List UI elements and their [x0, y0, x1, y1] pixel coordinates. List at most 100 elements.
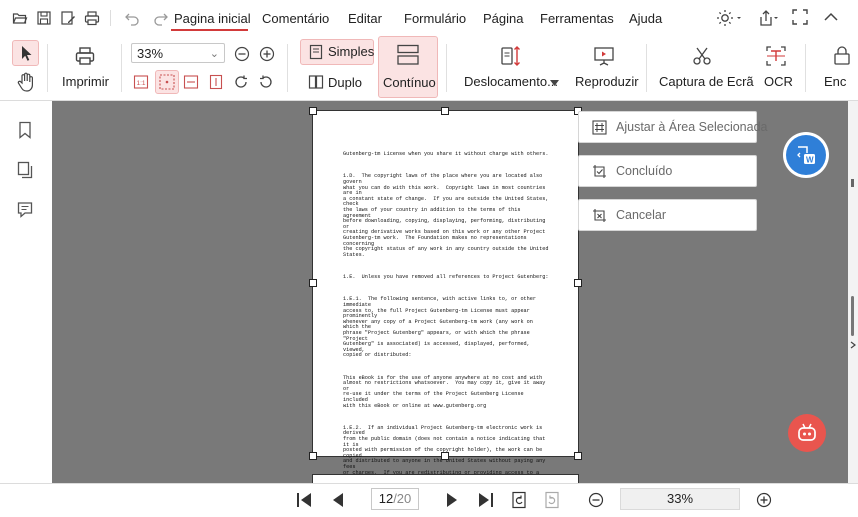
rotate-clockwise-icon[interactable] — [233, 74, 249, 95]
collapse-icon[interactable] — [823, 9, 841, 27]
continuous-button[interactable]: Contínuo — [378, 36, 438, 98]
print-label: Imprimir — [62, 74, 109, 89]
document-canvas[interactable]: Gutenberg-tm License when you share it w… — [52, 101, 848, 483]
crop-handle-top[interactable] — [441, 107, 449, 115]
active-menu-indicator — [171, 29, 248, 31]
fit-width-icon[interactable] — [183, 74, 199, 95]
play-label: Reproduzir — [575, 74, 639, 89]
zoom-out-icon[interactable] — [234, 46, 250, 67]
next-pdf-page — [312, 474, 579, 483]
undo-icon[interactable] — [124, 10, 140, 26]
fit-selected-area-button[interactable]: Ajustar à Área Selecionada — [578, 111, 767, 143]
menu-edit[interactable]: Editar — [348, 11, 382, 26]
crop-handle-left[interactable] — [309, 279, 317, 287]
paragraph: 1.D. The copyright laws of the place whe… — [343, 173, 549, 258]
edit-save-icon[interactable] — [60, 10, 76, 26]
rotate-counterclockwise-icon[interactable] — [258, 74, 274, 95]
ai-assistant-button[interactable] — [788, 414, 826, 452]
scroll-mode-button[interactable]: Deslocamento... — [462, 41, 562, 93]
lock-icon — [834, 46, 850, 65]
fit-selected-area-label: Ajustar à Área Selecionada — [616, 120, 768, 134]
bottom-navigation-bar: 12/20 33% — [0, 483, 858, 517]
pdf-page: Gutenberg-tm License when you share it w… — [312, 110, 579, 481]
paragraph: Gutenberg-tm License when you share it w… — [343, 151, 549, 158]
crop-handle-right-bottom[interactable] — [574, 452, 582, 460]
crop-handle-top-left[interactable] — [309, 107, 317, 115]
menu-comment[interactable]: Comentário — [262, 11, 329, 26]
hand-icon — [17, 72, 33, 92]
encrypt-button[interactable]: Enc — [814, 41, 858, 93]
previous-page-icon[interactable] — [331, 491, 345, 514]
go-back-icon[interactable] — [511, 491, 527, 514]
continuous-scroll-icon — [397, 44, 419, 65]
menu-help[interactable]: Ajuda — [629, 11, 662, 26]
page-number-input[interactable]: 12/20 — [371, 488, 419, 510]
ocr-button[interactable]: OCR — [756, 41, 796, 93]
page-content: Gutenberg-tm License when you share it w… — [343, 141, 550, 483]
single-page-button[interactable]: Simples — [300, 39, 374, 65]
print-button[interactable]: Imprimir — [58, 41, 112, 93]
zoom-out-icon[interactable] — [588, 492, 604, 513]
share-icon[interactable] — [758, 9, 778, 27]
scroll-page-icon — [501, 46, 520, 66]
fullscreen-icon[interactable] — [792, 9, 810, 27]
encrypt-label: Enc — [824, 74, 847, 89]
fit-page-button[interactable] — [155, 70, 179, 94]
svg-text:1:1: 1:1 — [137, 80, 146, 87]
done-button[interactable]: Concluído — [578, 155, 757, 187]
hand-tool-button[interactable] — [14, 71, 38, 93]
menu-tools[interactable]: Ferramentas — [540, 11, 614, 26]
comments-icon[interactable] — [17, 201, 33, 224]
fit-page-icon — [159, 74, 175, 90]
menu-page[interactable]: Página — [483, 11, 523, 26]
single-page-icon — [309, 44, 323, 60]
scissors-icon — [693, 47, 711, 65]
svg-text:W: W — [806, 156, 814, 165]
zoom-level: 33% — [666, 491, 694, 506]
play-button[interactable]: Reproduzir — [572, 41, 639, 93]
continuous-label: Contínuo — [383, 75, 436, 90]
zoom-level-field[interactable]: 33% — [620, 488, 740, 510]
printer-icon — [75, 47, 95, 65]
double-page-icon — [308, 75, 324, 89]
theme-icon[interactable] — [716, 9, 741, 27]
thumbnails-icon[interactable] — [17, 161, 33, 184]
double-label: Duplo — [328, 75, 362, 90]
redo-icon[interactable] — [153, 10, 169, 26]
bookmark-icon[interactable] — [17, 121, 33, 144]
zoom-in-icon[interactable] — [756, 492, 772, 513]
divider — [110, 10, 111, 26]
next-page-icon[interactable] — [445, 491, 459, 514]
scroll-right-icon[interactable] — [849, 341, 857, 349]
print-icon[interactable] — [84, 10, 100, 26]
double-page-button[interactable]: Duplo — [300, 70, 372, 94]
convert-to-word-button[interactable]: W — [786, 135, 826, 175]
total-pages: /20 — [393, 491, 412, 506]
screenshot-label: Captura de Ecrã — [659, 74, 754, 89]
first-page-icon[interactable] — [296, 491, 312, 514]
cancel-button[interactable]: Cancelar — [578, 199, 757, 231]
actual-size-icon[interactable]: 1:1 — [133, 74, 149, 95]
cancel-label: Cancelar — [616, 208, 667, 222]
folder-open-icon[interactable] — [12, 10, 28, 26]
screenshot-button[interactable]: Captura de Ecrã — [656, 41, 754, 93]
fit-height-icon[interactable] — [208, 74, 224, 95]
menu-home[interactable]: Pagina inicial — [174, 11, 251, 26]
single-label: Simples — [328, 44, 375, 59]
last-page-icon[interactable] — [478, 491, 494, 514]
zoom-in-icon[interactable] — [259, 46, 275, 67]
presentation-icon — [594, 47, 614, 66]
left-sidebar — [0, 101, 53, 496]
ocr-label: OCR — [764, 74, 793, 89]
zoom-select[interactable]: 33% ⌄ — [131, 43, 225, 63]
scrollbar-thumb[interactable] — [851, 296, 854, 336]
crop-handle-bottom-left[interactable] — [309, 452, 317, 460]
menu-form[interactable]: Formulário — [404, 11, 466, 26]
crop-handle-right[interactable] — [574, 279, 582, 287]
select-tool-button[interactable] — [12, 40, 39, 66]
go-forward-icon[interactable] — [544, 491, 560, 514]
ocr-icon — [766, 46, 786, 66]
crop-handle-bottom[interactable] — [441, 452, 449, 460]
vertical-scrollbar[interactable] — [848, 101, 858, 483]
save-icon[interactable] — [36, 10, 52, 26]
